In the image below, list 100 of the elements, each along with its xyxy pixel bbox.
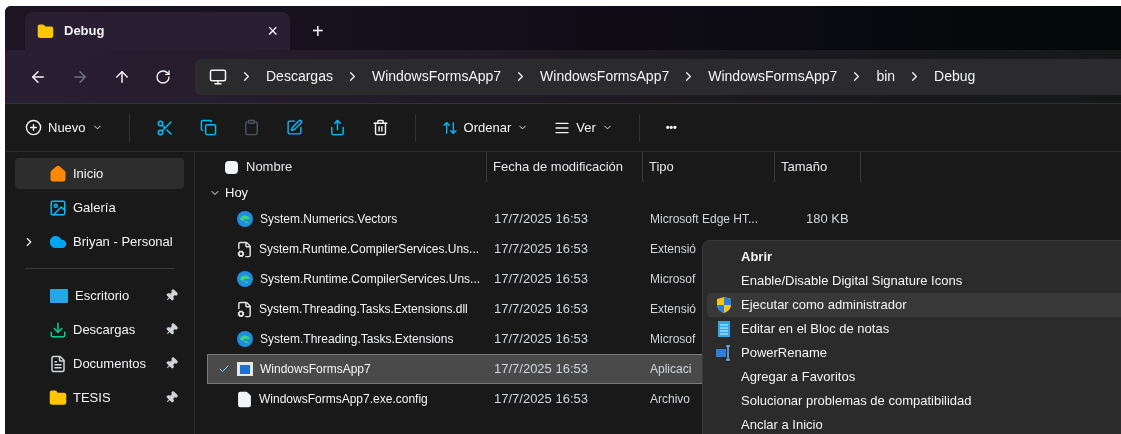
column-header[interactable]: Tipo xyxy=(643,152,775,182)
file-name: System.Runtime.CompilerServices.Uns... xyxy=(260,271,481,288)
sidebar-label: TESIS xyxy=(73,388,112,407)
sort-button[interactable]: Ordenar xyxy=(441,117,529,138)
sidebar-item[interactable]: Galería xyxy=(15,192,184,223)
share-icon[interactable] xyxy=(328,119,346,136)
file-name: WindowsFormsApp7 xyxy=(260,361,371,378)
address-bar[interactable]: Descargas WindowsFormsApp7 WindowsFormsApp7 WindowsFormsApp7 bin Debug xyxy=(195,58,1121,95)
file-name: System.Threading.Tasks.Extensions xyxy=(260,331,454,348)
sort-arrows-icon xyxy=(441,119,458,136)
refresh-icon[interactable] xyxy=(155,68,171,85)
menu-item[interactable]: Anclar a Inicio xyxy=(707,413,1121,434)
more-button[interactable]: ••• xyxy=(665,119,677,136)
close-tab-button[interactable]: × xyxy=(267,22,278,40)
file-name: System.Numerics.Vectors xyxy=(260,211,398,228)
menu-item[interactable]: Abrir xyxy=(707,245,1121,269)
menu-item[interactable]: Solucionar problemas de compatibilidad xyxy=(707,389,1121,413)
notepad-icon xyxy=(717,320,731,338)
breadcrumb-item[interactable]: bin xyxy=(876,66,896,87)
sidebar-label: Descargas xyxy=(73,320,137,339)
menu-label: Solucionar problemas de compatibilidad xyxy=(741,392,972,411)
folder-icon xyxy=(37,22,54,40)
file-type: Extensió xyxy=(650,241,697,258)
sidebar-label: Briyan - Personal xyxy=(73,232,174,251)
copy-icon[interactable] xyxy=(199,119,217,136)
file-name: System.Threading.Tasks.Extensions.dll xyxy=(259,301,468,318)
column-header[interactable]: Nombre xyxy=(207,152,487,182)
breadcrumb-item[interactable]: WindowsFormsApp7 xyxy=(371,66,502,87)
sidebar-item[interactable]: Briyan - Personal xyxy=(15,226,184,257)
sidebar-item[interactable]: Escritorio xyxy=(15,280,184,311)
gear-file-icon xyxy=(236,300,253,318)
modified-date: 17/7/2025 16:53 xyxy=(493,330,589,349)
sidebar-label: Inicio xyxy=(73,164,105,183)
menu-label: Enable/Disable Digital Signature Icons xyxy=(741,272,963,291)
modified-date: 17/7/2025 16:53 xyxy=(493,210,589,229)
sidebar-label: Galería xyxy=(73,198,117,217)
file-icon xyxy=(236,390,253,408)
modified-date: 17/7/2025 16:53 xyxy=(493,240,589,259)
cut-icon[interactable] xyxy=(155,118,174,137)
window-icon xyxy=(236,361,254,377)
sidebar-label: Escritorio xyxy=(75,286,131,305)
rename-icon xyxy=(715,345,733,361)
document-icon xyxy=(49,354,67,373)
breadcrumb-item[interactable]: Debug xyxy=(934,66,976,87)
gear-file-icon xyxy=(236,240,253,258)
monitor-icon xyxy=(209,67,227,86)
edge-icon xyxy=(236,330,254,348)
select-all-checkbox[interactable] xyxy=(225,160,238,174)
sidebar-label: Documentos xyxy=(73,354,147,373)
edge-icon xyxy=(236,210,254,228)
shield-icon xyxy=(716,296,732,314)
menu-label: Anclar a Inicio xyxy=(741,416,823,434)
modified-date: 17/7/2025 16:53 xyxy=(493,300,589,319)
download-icon xyxy=(49,320,67,339)
group-header[interactable]: Hoy xyxy=(207,182,249,204)
file-row[interactable]: System.Numerics.Vectors 17/7/2025 16:53 Microsoft Edge HT... 180 KB xyxy=(207,204,873,234)
column-header[interactable]: Tamaño xyxy=(775,152,861,182)
sidebar-item[interactable]: Descargas xyxy=(15,314,184,345)
sidebar-item[interactable]: TESIS xyxy=(15,382,184,413)
header-label: Tamaño xyxy=(781,158,828,177)
desktop-icon xyxy=(49,287,69,304)
sidebar-item[interactable]: Inicio xyxy=(15,158,184,189)
file-type: Archivo xyxy=(650,391,690,408)
home-icon xyxy=(49,164,67,183)
rename-icon[interactable] xyxy=(285,119,303,136)
breadcrumb-item[interactable]: WindowsFormsApp7 xyxy=(708,66,838,87)
file-size: 180 KB xyxy=(805,210,850,229)
menu-label: Agregar a Favoritos xyxy=(741,368,856,387)
edge-icon xyxy=(236,270,254,288)
picture-icon xyxy=(49,198,67,217)
file-type: Extensió xyxy=(650,301,697,318)
folder-icon xyxy=(49,388,67,407)
sidebar-item[interactable]: Documentos xyxy=(15,348,184,379)
breadcrumb-item[interactable]: WindowsFormsApp7 xyxy=(540,66,670,87)
file-type: Microsoft Edge HT... xyxy=(650,211,759,228)
menu-item[interactable]: Ejecutar como administrador xyxy=(707,293,1121,317)
breadcrumb-item[interactable]: Descargas xyxy=(266,66,333,87)
tab-title: Debug xyxy=(64,22,106,41)
file-name: System.Runtime.CompilerServices.Uns... xyxy=(259,241,480,258)
file-name: WindowsFormsApp7.exe.config xyxy=(259,391,428,408)
file-type: Aplicaci xyxy=(650,361,692,378)
file-type: Microsof xyxy=(650,331,696,348)
view-button[interactable]: Ver xyxy=(554,117,613,138)
trash-icon[interactable] xyxy=(371,119,389,136)
modified-date: 17/7/2025 16:53 xyxy=(493,270,589,289)
header-label: Fecha de modificación xyxy=(493,158,624,177)
menu-item[interactable]: Enable/Disable Digital Signature Icons xyxy=(707,269,1121,293)
header-label: Nombre xyxy=(246,158,293,177)
new-tab-button[interactable]: + xyxy=(290,12,346,50)
checkbox-icon[interactable] xyxy=(218,363,230,375)
modified-date: 17/7/2025 16:53 xyxy=(493,360,589,379)
menu-label: Editar en el Bloc de notas xyxy=(741,320,890,339)
header-label: Tipo xyxy=(649,158,674,177)
menu-item[interactable]: Editar en el Bloc de notas xyxy=(707,317,1121,341)
modified-date: 17/7/2025 16:53 xyxy=(493,390,589,409)
plus-circle-icon xyxy=(25,119,42,136)
column-header[interactable]: Fecha de modificación xyxy=(487,152,643,182)
new-button[interactable]: Nuevo xyxy=(25,117,103,138)
menu-label: Abrir xyxy=(741,248,773,267)
folder-tab[interactable]: Debug × xyxy=(25,12,290,50)
